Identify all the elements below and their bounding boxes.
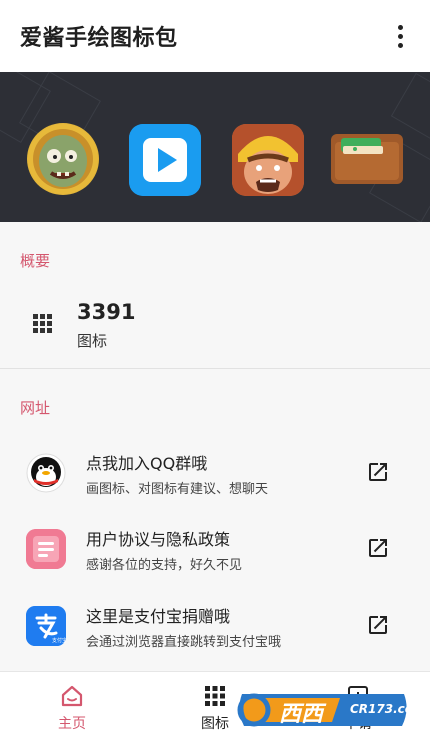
link-subtitle: 会通过浏览器直接跳转到支付宝哦 bbox=[86, 635, 282, 650]
alipay-icon: 支付宝 bbox=[26, 606, 67, 646]
divider bbox=[0, 368, 430, 369]
link-item-qq-group[interactable]: 点我加入QQ群哦 画图标、对图标有建议、想聊天 bbox=[0, 438, 430, 508]
watermark: 西西 CR173.com bbox=[232, 684, 426, 736]
link-subtitle: 感谢各位的支持，好久不见 bbox=[86, 558, 243, 573]
home-icon bbox=[61, 685, 83, 707]
link-subtitle: 画图标、对图标有建议、想聊天 bbox=[86, 482, 269, 497]
link-title: 用户协议与隐私政策 bbox=[86, 530, 231, 549]
grid-icon bbox=[33, 314, 53, 334]
app-bar: 爱酱手绘图标包 bbox=[0, 0, 430, 72]
nav-item-home[interactable]: 主页 bbox=[12, 672, 132, 739]
links-header: 网址 bbox=[20, 399, 51, 417]
play-icon[interactable] bbox=[129, 124, 201, 196]
nav-label: 主页 bbox=[58, 716, 86, 732]
link-item-user-agreement[interactable]: 用户协议与隐私政策 感谢各位的支持，好久不见 bbox=[0, 514, 430, 584]
open-in-new-icon[interactable] bbox=[366, 613, 390, 637]
icon-count: 3391 bbox=[77, 300, 136, 324]
overview-header: 概要 bbox=[20, 252, 51, 270]
barbarian-icon[interactable] bbox=[232, 124, 304, 196]
wallet-icon[interactable] bbox=[329, 124, 405, 196]
link-item-alipay-donate[interactable]: 支付宝 这里是支付宝捐赠哦 会通过浏览器直接跳转到支付宝哦 bbox=[0, 591, 430, 661]
zombie-icon[interactable] bbox=[27, 123, 99, 195]
open-in-new-icon[interactable] bbox=[366, 536, 390, 560]
watermark-sub: CR173.com bbox=[350, 702, 426, 716]
watermark-text: 西西 bbox=[279, 702, 324, 727]
app-title: 爱酱手绘图标包 bbox=[20, 26, 178, 51]
qq-penguin-icon bbox=[26, 453, 66, 493]
document-icon bbox=[26, 529, 66, 569]
grid-icon bbox=[205, 686, 225, 706]
open-in-new-icon[interactable] bbox=[366, 460, 390, 484]
icon-count-label: 图标 bbox=[77, 332, 108, 350]
link-title: 这里是支付宝捐赠哦 bbox=[86, 607, 231, 626]
header-banner bbox=[0, 72, 430, 222]
more-vert-icon[interactable] bbox=[388, 21, 412, 51]
svg-text:支付宝: 支付宝 bbox=[52, 637, 66, 644]
link-title: 点我加入QQ群哦 bbox=[86, 454, 208, 473]
overview-row: 3391 图标 bbox=[0, 290, 430, 360]
